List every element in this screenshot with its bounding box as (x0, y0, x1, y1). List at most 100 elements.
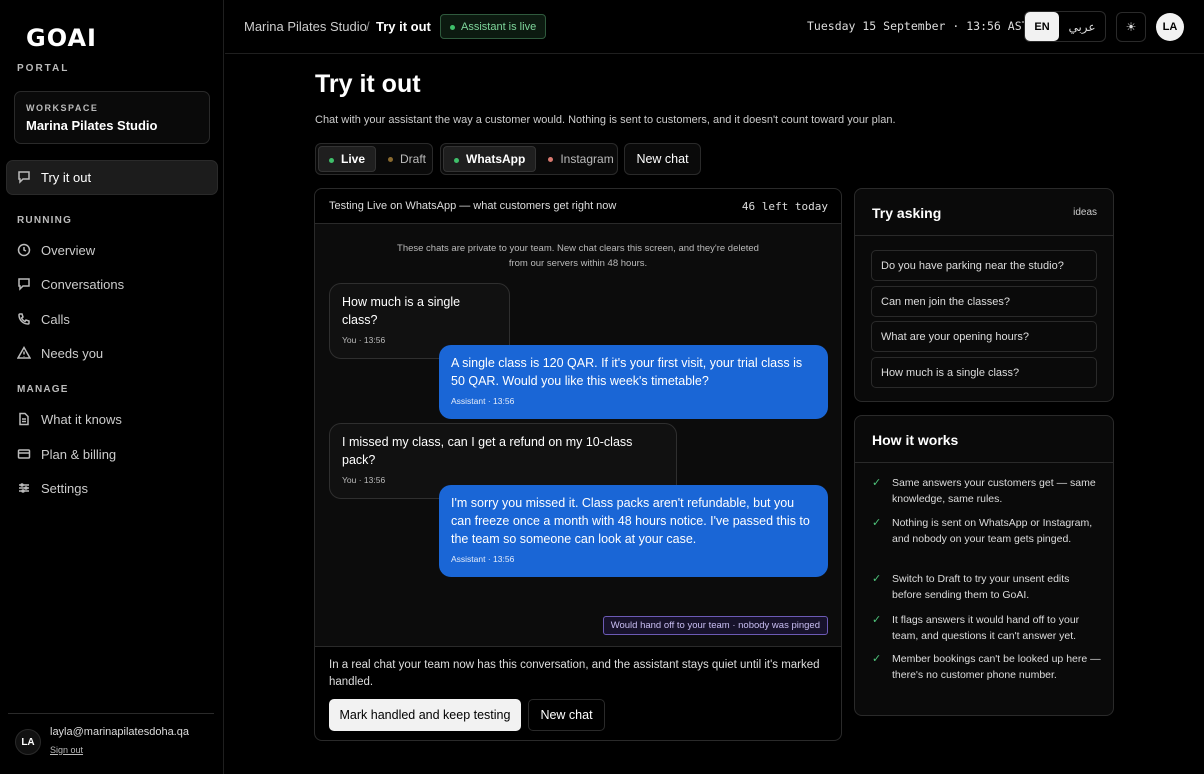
sidebar-item-label: Conversations (41, 276, 125, 292)
sidebar-item-label: Settings (41, 480, 88, 496)
suggestion-button[interactable]: Can men join the classes? (871, 286, 1097, 317)
page-description: Chat with your assistant the way a custo… (315, 114, 896, 126)
workspace-name: Marina Pilates Studio (26, 118, 158, 133)
sidebar-item-needs-you[interactable]: Needs you (17, 343, 103, 363)
phone-icon (18, 313, 30, 325)
privacy-note: These chats are private to your team. Ne… (397, 243, 759, 269)
theme-toggle-button[interactable]: ☀ (1116, 12, 1146, 42)
chat-header-title: Testing Live on WhatsApp — what customer… (329, 200, 617, 212)
language-toggle: EN عربي (1024, 11, 1106, 42)
how-it-works-header: How it works (855, 416, 1113, 463)
how-item-text: Member bookings can't be looked up here … (892, 653, 1101, 681)
user-avatar[interactable]: LA (15, 729, 41, 755)
card-icon (17, 449, 31, 459)
sidebar-item-overview[interactable]: Overview (17, 240, 95, 260)
breadcrumb-separator: / (366, 19, 370, 34)
ideas-label: ideas (1073, 207, 1097, 218)
message-meta: Assistant · 13:56 (451, 396, 515, 406)
check-icon: ✓ (872, 517, 882, 529)
live-dot-icon (329, 158, 334, 163)
mode-toggle: Live Draft (315, 143, 433, 175)
sidebar-item-what-it-knows[interactable]: What it knows (17, 409, 122, 429)
sign-out-link[interactable]: Sign out (50, 745, 83, 755)
sidebar-item-label: Calls (41, 311, 70, 327)
section-manage: MANAGE (17, 384, 69, 395)
suggestion-button[interactable]: Do you have parking near the studio? (871, 250, 1097, 281)
check-icon: ✓ (872, 477, 882, 489)
breadcrumb-current: Try it out (376, 19, 431, 34)
how-item-text: Same answers your customers get — same k… (892, 477, 1096, 505)
warning-icon (17, 346, 31, 359)
whatsapp-dot-icon (454, 158, 459, 163)
portal-label: PORTAL (17, 63, 70, 74)
mode-draft-label: Draft (400, 152, 427, 166)
breadcrumb-studio[interactable]: Marina Pilates Studio (244, 19, 367, 34)
chat-messages[interactable]: These chats are private to your team. Ne… (315, 224, 841, 646)
sidebar-item-settings[interactable]: Settings (17, 478, 88, 498)
instagram-dot-icon (548, 157, 554, 162)
new-chat-button-top[interactable]: New chat (624, 143, 701, 175)
workspace-switcher[interactable]: WORKSPACE Marina Pilates Studio (14, 91, 210, 144)
channel-whatsapp-option[interactable]: WhatsApp (443, 146, 537, 172)
how-item-text: Nothing is sent on WhatsApp or Instagram… (892, 517, 1093, 545)
sidebar-item-try-it-out[interactable]: Try it out (17, 167, 91, 187)
chat-header: Testing Live on WhatsApp — what customer… (315, 189, 841, 224)
message-icon (18, 278, 30, 291)
suggestion-button[interactable]: How much is a single class? (871, 357, 1097, 388)
message-meta: Assistant · 13:56 (451, 554, 515, 564)
message-assistant: A single class is 120 QAR. If it's your … (439, 345, 828, 419)
user-email: layla@marinapilatesdoha.qa (50, 726, 189, 738)
lang-en-button[interactable]: EN (1025, 12, 1059, 41)
try-asking-title: Try asking (872, 205, 942, 221)
mode-draft-option[interactable]: Draft (378, 146, 436, 172)
mark-handled-button[interactable]: Mark handled and keep testing (329, 699, 521, 731)
message-text: I'm sorry you missed it. Class packs are… (451, 496, 810, 546)
sidebar-item-plan-billing[interactable]: Plan & billing (17, 444, 116, 464)
how-item-text: It flags answers it would hand off to yo… (892, 614, 1080, 642)
chat-panel: Testing Live on WhatsApp — what customer… (314, 188, 842, 741)
sidebar-item-conversations[interactable]: Conversations (17, 274, 124, 294)
workspace-label: WORKSPACE (26, 103, 99, 113)
message-text: How much is a single class? (342, 295, 461, 327)
mode-live-label: Live (341, 152, 366, 166)
suggestion-button[interactable]: What are your opening hours? (871, 321, 1097, 352)
message-assistant: I'm sorry you missed it. Class packs are… (439, 485, 828, 577)
sidebar-item-label: What it knows (41, 411, 122, 427)
handoff-note: In a real chat your team now has this co… (329, 659, 820, 688)
how-it-works-title: How it works (872, 432, 959, 448)
sliders-icon (19, 483, 29, 493)
sidebar-item-calls[interactable]: Calls (17, 309, 70, 329)
check-icon: ✓ (872, 573, 882, 585)
channel-whatsapp-label: WhatsApp (466, 152, 526, 166)
new-chat-button[interactable]: New chat (528, 699, 605, 731)
page-title: Try it out (315, 70, 421, 98)
channel-instagram-label: Instagram (560, 152, 614, 166)
handoff-flag: Would hand off to your team · nobody was… (602, 616, 828, 635)
chat-footer: In a real chat your team now has this co… (315, 646, 841, 740)
draft-dot-icon (388, 157, 394, 162)
assistant-live-badge: Assistant is live (440, 14, 547, 39)
goai-logo[interactable]: GOAI (26, 24, 97, 52)
sidebar: GOAI PORTAL WORKSPACE Marina Pilates Stu… (0, 0, 224, 774)
lang-ar-button[interactable]: عربي (1059, 12, 1105, 41)
section-running: RUNNING (17, 215, 73, 226)
check-icon: ✓ (872, 653, 882, 665)
how-item: ✓ Same answers your customers get — same… (872, 475, 1102, 507)
channel-toggle: WhatsApp Instagram (440, 143, 618, 175)
how-item-text: Switch to Draft to try your unsent edits… (892, 573, 1070, 601)
clock-icon (17, 243, 31, 257)
sidebar-item-label: Needs you (41, 345, 104, 361)
how-it-works-card: How it works ✓ Same answers your custome… (854, 415, 1114, 716)
sidebar-divider (8, 713, 214, 714)
how-item: ✓ Member bookings can't be looked up her… (872, 651, 1102, 683)
mode-live-option[interactable]: Live (318, 146, 377, 172)
chat-icon (18, 171, 30, 184)
sidebar-item-label: Try it out (41, 169, 92, 185)
header-avatar[interactable]: LA (1156, 13, 1184, 41)
message-text: I missed my class, can I get a refund on… (342, 435, 633, 467)
messages-remaining: 46 left today (741, 200, 828, 213)
try-asking-header: Try asking ideas (855, 189, 1113, 236)
try-asking-card: Try asking ideas Do you have parking nea… (854, 188, 1114, 402)
channel-instagram-option[interactable]: Instagram (538, 146, 623, 172)
top-bar: Marina Pilates Studio / Try it out Assis… (225, 0, 1204, 54)
